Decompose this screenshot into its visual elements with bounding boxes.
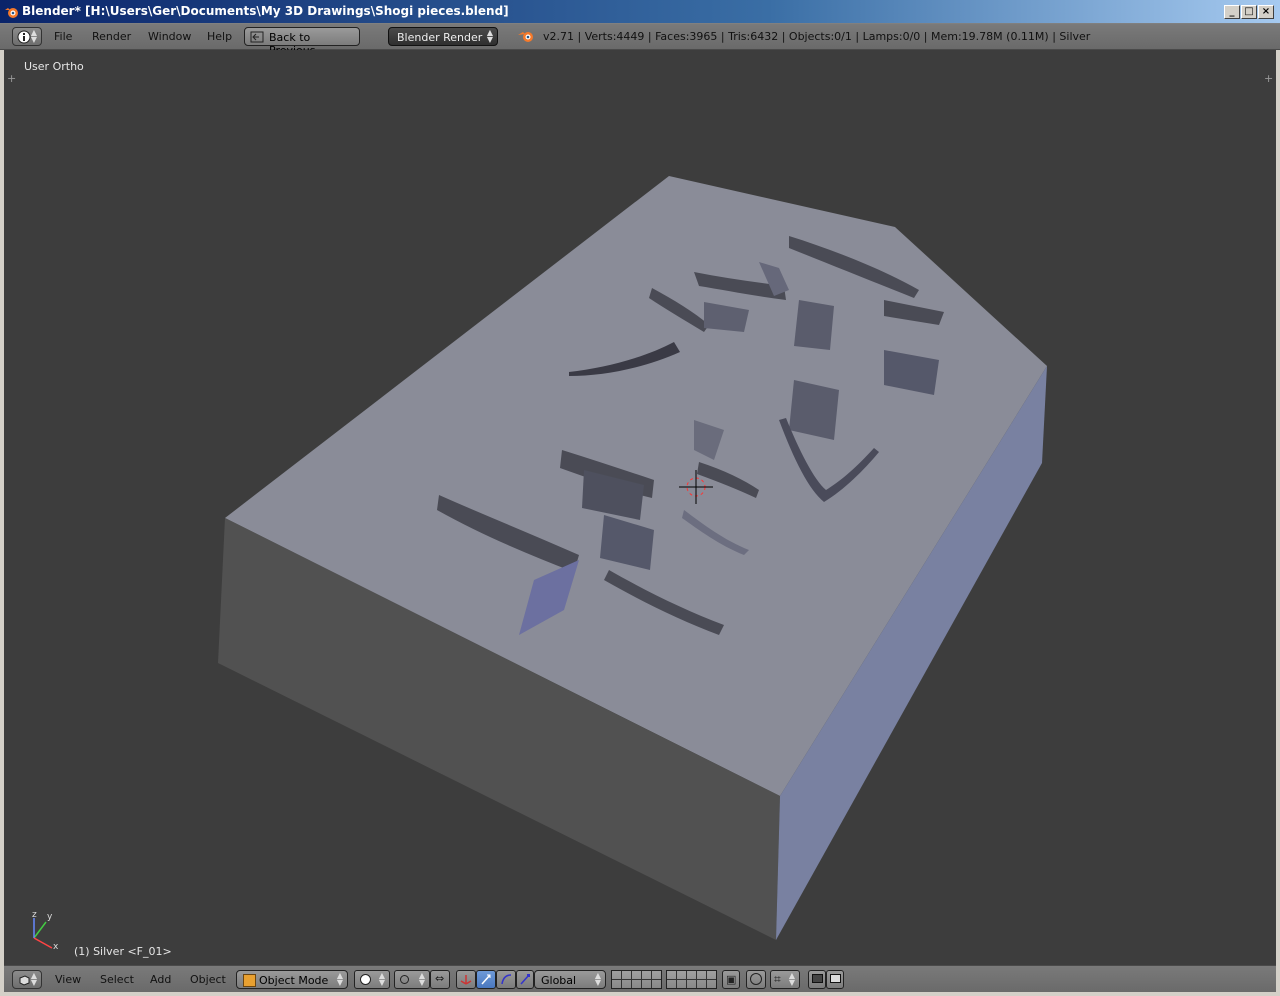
3d-viewport[interactable]: User Ortho + + z y x (1) Silver <F_01>	[4, 50, 1276, 965]
menu-object[interactable]: Object	[190, 973, 226, 986]
translate-manipulator-button[interactable]	[456, 970, 476, 989]
proportional-icon	[750, 973, 762, 985]
proportional-editing-button[interactable]	[746, 970, 766, 989]
blender-app-icon	[5, 8, 18, 18]
editor-type-button[interactable]: ▲ ▼	[12, 27, 42, 46]
pivot-point-select[interactable]: ▲ ▼	[394, 970, 430, 989]
minimize-button[interactable]: _	[1224, 5, 1240, 19]
3d-view-icon	[19, 975, 30, 986]
updown-arrows-icon: ▲ ▼	[336, 971, 343, 987]
close-button[interactable]: ×	[1258, 5, 1274, 19]
axis-label-y: y	[47, 912, 53, 922]
pivot-icon	[400, 975, 409, 984]
viewport-shading-select[interactable]: ▲ ▼	[354, 970, 390, 989]
shogi-piece-model[interactable]	[4, 50, 1276, 965]
transform-orientation-icon-button[interactable]	[516, 970, 534, 989]
window-title-bar: Blender* [H:\Users\Ger\Documents\My 3D D…	[0, 0, 1280, 24]
info-icon	[17, 30, 31, 44]
snap-element-select[interactable]: ⌗ ▲ ▼	[770, 970, 800, 989]
menu-view[interactable]: View	[55, 973, 81, 986]
scene-statistics: v2.71 | Verts:4449 | Faces:3965 | Tris:6…	[543, 30, 1091, 43]
menu-select[interactable]: Select	[100, 973, 134, 986]
opengl-animation-button[interactable]	[826, 970, 844, 989]
menu-window[interactable]: Window	[148, 30, 191, 43]
editor-type-button[interactable]: ▲ ▼	[12, 970, 42, 989]
clapper-icon	[830, 974, 841, 983]
window-title: Blender* [H:\Users\Ger\Documents\My 3D D…	[22, 4, 509, 18]
solid-shading-icon	[360, 974, 371, 985]
updown-arrows-icon: ▲ ▼	[418, 971, 425, 987]
updown-arrows-icon: ▲ ▼	[30, 28, 37, 44]
updown-arrows-icon: ▲ ▼	[378, 971, 385, 987]
manipulator-toggle[interactable]: ⇔	[430, 970, 450, 989]
lock-layers-button[interactable]: ▣	[722, 970, 740, 989]
lock-icon: ▣	[726, 973, 737, 986]
menu-file[interactable]: File	[54, 30, 72, 43]
updown-arrows-icon: ▲ ▼	[30, 971, 37, 987]
opengl-render-button[interactable]	[808, 970, 826, 989]
transform-orientation-select[interactable]: Global ▲ ▼	[534, 970, 606, 989]
updown-arrows-icon: ▲ ▼	[594, 971, 601, 987]
3d-view-header: ▲ ▼ View Select Add Object Object Mode ▲ ▼…	[4, 965, 1276, 992]
orientation-label: Global	[541, 974, 577, 987]
camera-icon	[812, 974, 823, 983]
scale-manipulator-button[interactable]	[496, 970, 516, 989]
active-object-label: (1) Silver <F_01>	[74, 945, 172, 958]
interaction-mode-select[interactable]: Object Mode ▲ ▼	[236, 970, 348, 989]
maximize-button[interactable]: □	[1241, 5, 1257, 19]
menu-render[interactable]: Render	[92, 30, 131, 43]
menu-help[interactable]: Help	[207, 30, 232, 43]
snap-icon: ⌗	[774, 972, 781, 986]
render-engine-label: Blender Render	[397, 31, 483, 44]
blender-logo-icon	[518, 32, 533, 42]
info-header: ▲▼ File Render Window Help Back to Previ…	[0, 24, 1280, 57]
layers-group-1[interactable]	[611, 970, 662, 989]
layers-group-2[interactable]	[666, 970, 717, 989]
manipulator-icon: ⇔	[435, 972, 445, 985]
rotate-icon	[481, 974, 491, 985]
axis-label-z: z	[32, 910, 37, 920]
back-arrow-icon	[250, 31, 264, 43]
menu-add[interactable]: Add	[150, 973, 171, 986]
translate-icon	[460, 975, 472, 985]
updown-arrows-icon: ▲ ▼	[486, 28, 493, 44]
updown-arrows-icon: ▲ ▼	[788, 971, 795, 987]
axis-gizmo	[33, 918, 53, 949]
rotate-manipulator-button[interactable]	[476, 970, 496, 989]
render-engine-select[interactable]: Blender Render ▲ ▼	[388, 27, 498, 46]
interaction-mode-label: Object Mode	[259, 974, 329, 987]
back-to-previous-button[interactable]: Back to Previous	[244, 27, 360, 57]
object-mode-icon	[243, 974, 256, 987]
scale-icon	[501, 974, 512, 985]
axis-label-x: x	[53, 942, 59, 952]
orientation-icon	[520, 974, 530, 985]
